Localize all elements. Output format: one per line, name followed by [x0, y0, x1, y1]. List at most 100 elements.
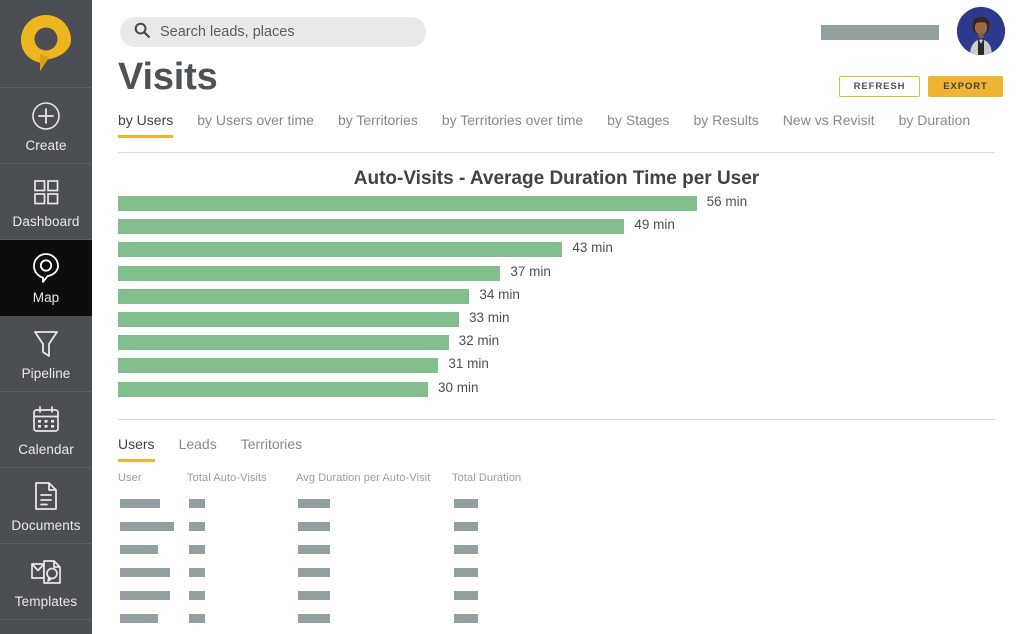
main-content: Visits REFRESH EXPORT by Users by Users … — [92, 0, 1024, 634]
duration-bar-chart: 56 min 49 min 43 min 37 min 34 min 33 min 32 m… — [118, 194, 995, 410]
bar[interactable] — [118, 358, 439, 374]
sidebar-item-label: Dashboard — [12, 213, 80, 229]
tab-by-users-over-time[interactable]: by Users over time — [197, 112, 314, 138]
sidebar-item-label: Pipeline — [21, 365, 71, 381]
bar-value-label: 43 min — [572, 240, 613, 256]
bar-row[interactable]: 43 min — [118, 240, 995, 265]
table-cell-redacted — [454, 568, 478, 577]
table-column-header[interactable]: Avg Duration per Auto-Visit — [296, 472, 430, 484]
tab-by-results[interactable]: by Results — [693, 112, 758, 138]
table-cell-redacted — [189, 614, 205, 623]
divider-above-chart — [118, 152, 995, 153]
table-cell-redacted — [120, 545, 158, 554]
subtab-users[interactable]: Users — [118, 436, 155, 462]
sidebar-item-label: Map — [32, 289, 60, 305]
refresh-button[interactable]: REFRESH — [839, 76, 920, 97]
sidebar-item-label: Calendar — [18, 441, 74, 457]
subtab-territories[interactable]: Territories — [241, 436, 302, 462]
bar[interactable] — [118, 196, 697, 211]
bar-row[interactable]: 56 min — [118, 194, 995, 219]
map-pin-icon — [31, 251, 61, 285]
subtab-leads[interactable]: Leads — [179, 436, 217, 462]
sidebar-item-templates[interactable]: Templates — [0, 544, 92, 620]
page-title: Visits — [118, 56, 218, 98]
tab-by-stages[interactable]: by Stages — [607, 112, 669, 138]
bar-value-label: 56 min — [706, 194, 748, 209]
sidebar-item-documents[interactable]: Documents — [0, 468, 92, 544]
bar-value-label: 32 min — [458, 333, 500, 349]
table-cell-redacted — [120, 614, 158, 623]
table-row[interactable] — [118, 586, 618, 609]
table-column-header[interactable]: User — [118, 472, 142, 484]
table-cell-redacted — [189, 499, 205, 508]
sidebar-item-label: Templates — [14, 593, 78, 609]
plus-circle-icon — [31, 99, 61, 133]
redacted-header-field — [821, 25, 939, 40]
bar-row[interactable]: 30 min — [118, 379, 995, 405]
bar-value-label: 31 min — [448, 356, 489, 372]
bar-value-label: 33 min — [469, 309, 510, 325]
table-cell-redacted — [298, 499, 330, 508]
funnel-icon — [32, 327, 60, 361]
tab-by-duration[interactable]: by Duration — [899, 112, 971, 138]
tab-by-territories[interactable]: by Territories — [338, 112, 418, 138]
table-cell-redacted — [454, 522, 478, 531]
sidebar-item-dashboard[interactable]: Dashboard — [0, 164, 92, 240]
bar-value-label: 37 min — [510, 263, 551, 279]
bar[interactable] — [118, 288, 470, 304]
export-button[interactable]: EXPORT — [928, 76, 1003, 97]
sidebar-item-create[interactable]: Create — [0, 88, 92, 164]
bar[interactable] — [118, 311, 459, 327]
templates-icon — [30, 555, 62, 589]
bar-row[interactable]: 31 min — [118, 356, 995, 381]
table-cell-redacted — [120, 591, 170, 600]
sidebar-item-label: Documents — [11, 517, 81, 533]
table-cell-redacted — [120, 499, 160, 508]
chart-title: Auto-Visits - Average Duration Time per … — [353, 168, 760, 189]
table-cell-redacted — [298, 522, 330, 531]
bar-row[interactable]: 33 min — [118, 309, 995, 335]
tab-by-territories-over-time[interactable]: by Territories over time — [442, 112, 583, 138]
sidebar-item-map[interactable]: Map — [0, 240, 92, 316]
calendar-icon — [31, 403, 61, 437]
table-body — [118, 494, 618, 632]
sidebar-item-pipeline[interactable]: Pipeline — [0, 316, 92, 392]
tab-by-users[interactable]: by Users — [118, 112, 174, 138]
bar-row[interactable]: 37 min — [118, 263, 995, 289]
app-logo[interactable] — [0, 0, 92, 88]
document-icon — [33, 479, 59, 513]
map-pin-logo-icon — [20, 14, 71, 71]
bar-row[interactable]: 32 min — [118, 333, 995, 358]
table-row[interactable] — [118, 517, 618, 540]
bar[interactable] — [118, 335, 449, 351]
bar[interactable] — [118, 265, 501, 281]
table-column-header[interactable]: Total Duration — [452, 472, 521, 484]
detail-subtabs: Users Leads Territories — [118, 436, 326, 462]
bar-value-label: 30 min — [438, 379, 479, 395]
table-row[interactable] — [118, 609, 618, 632]
bar[interactable] — [118, 242, 563, 258]
table-cell-redacted — [189, 522, 205, 531]
bar[interactable] — [118, 219, 625, 235]
search-input[interactable] — [160, 24, 400, 40]
grid-icon — [32, 175, 60, 209]
table-cell-redacted — [298, 591, 330, 600]
search-icon — [134, 22, 150, 43]
table-row[interactable] — [118, 494, 618, 517]
bar[interactable] — [118, 381, 428, 397]
user-avatar[interactable] — [957, 7, 1005, 55]
table-row[interactable] — [118, 540, 618, 563]
users-table: User Total Auto-Visits Avg Duration per Au… — [118, 472, 618, 632]
search-bar[interactable] — [120, 17, 426, 47]
bar-value-label: 34 min — [479, 286, 520, 302]
bar-row[interactable]: 49 min — [118, 217, 995, 242]
tab-new-vs-revisit[interactable]: New vs Revisit — [783, 112, 875, 138]
bar-row[interactable]: 34 min — [118, 286, 995, 312]
table-cell-redacted — [454, 614, 478, 623]
avatar-photo — [957, 7, 1005, 55]
table-column-header[interactable]: Total Auto-Visits — [187, 472, 267, 484]
sidebar-item-calendar[interactable]: Calendar — [0, 392, 92, 468]
table-cell-redacted — [189, 591, 205, 600]
table-row[interactable] — [118, 563, 618, 586]
table-cell-redacted — [189, 568, 205, 577]
